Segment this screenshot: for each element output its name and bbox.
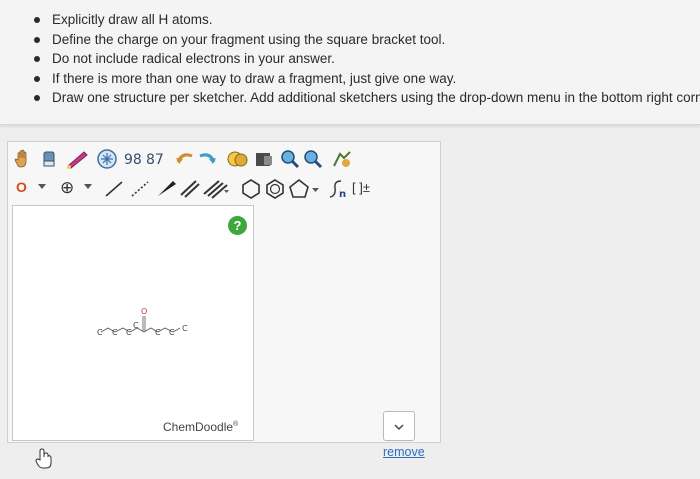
- drawing-canvas[interactable]: ? C C C C O C C C ChemDoodle®: [12, 205, 254, 441]
- zoom-in-icon[interactable]: [279, 148, 301, 170]
- bracket-icon[interactable]: [ ]±: [352, 180, 370, 195]
- atom-label: C: [112, 328, 118, 337]
- instructions-panel: Explicitly draw all H atoms. Define the …: [0, 0, 700, 125]
- chevron-down-icon: [394, 424, 404, 431]
- svg-text:n: n: [339, 189, 346, 200]
- atom-label: C: [97, 328, 103, 337]
- atom-label: C: [126, 328, 132, 337]
- charge-selector[interactable]: ⊕: [60, 178, 96, 200]
- instruction-item: Do not include radical electrons in your…: [30, 49, 700, 69]
- chevron-down-icon: [38, 184, 46, 189]
- eraser-icon[interactable]: [38, 148, 60, 170]
- atom-label: C: [155, 328, 161, 337]
- toolbar-row-2: O ⊕ n []±: [8, 174, 440, 204]
- wedge-bond-icon[interactable]: [154, 178, 178, 200]
- element-label: O: [16, 179, 27, 195]
- molecule-structure: C C C C O C C C: [97, 307, 188, 337]
- pentagon-icon[interactable]: [288, 178, 322, 200]
- double-bond-icon[interactable]: [178, 178, 202, 200]
- triple-bond-icon[interactable]: [202, 178, 230, 200]
- instruction-item: Draw one structure per sketcher. Add add…: [30, 88, 700, 108]
- benzene-icon[interactable]: [264, 178, 286, 200]
- zoom-out-icon[interactable]: [302, 148, 324, 170]
- cyclohexane-icon[interactable]: [240, 178, 262, 200]
- atom-label: C: [169, 328, 175, 337]
- atom-map-icon[interactable]: 98 87: [122, 147, 170, 171]
- copy-icon[interactable]: [226, 148, 250, 170]
- svg-text:87: 87: [146, 152, 164, 168]
- clean-icon[interactable]: [330, 148, 354, 170]
- template-ring-icon[interactable]: [96, 148, 118, 170]
- redo-icon[interactable]: [196, 148, 218, 170]
- clear-icon[interactable]: [253, 148, 275, 170]
- svg-text:98: 98: [124, 152, 142, 168]
- chevron-down-icon: [84, 184, 92, 189]
- charge-plus-icon: ⊕: [60, 178, 75, 197]
- atom-label: C: [182, 324, 188, 333]
- toolbar-row-1: 98 87: [8, 144, 440, 174]
- element-selector[interactable]: O: [14, 178, 50, 200]
- sketcher-count-dropdown[interactable]: [383, 411, 415, 441]
- undo-icon[interactable]: [174, 148, 196, 170]
- instruction-item: Define the charge on your fragment using…: [30, 30, 700, 50]
- sgroup-icon[interactable]: n: [326, 178, 350, 200]
- watermark-text: ChemDoodle: [163, 420, 234, 434]
- single-bond-icon[interactable]: [102, 178, 126, 200]
- chemdoodle-watermark: ChemDoodle®: [163, 420, 238, 434]
- lasso-icon[interactable]: [64, 148, 90, 170]
- instruction-item: Explicitly draw all H atoms.: [30, 10, 700, 30]
- atom-label: C: [133, 321, 139, 330]
- chem-sketcher: 98 87 O ⊕ n []± ? C C C C O C C C ChemD…: [7, 141, 441, 443]
- instructions-list: Explicitly draw all H atoms. Define the …: [0, 0, 700, 108]
- dashed-bond-icon[interactable]: [128, 178, 152, 200]
- hand-tool-icon[interactable]: [12, 148, 34, 170]
- hand-cursor-icon: [35, 448, 52, 469]
- atom-label: O: [141, 307, 147, 316]
- help-icon[interactable]: ?: [228, 216, 247, 235]
- remove-link[interactable]: remove: [383, 445, 425, 459]
- instruction-item: If there is more than one way to draw a …: [30, 69, 700, 89]
- registered-mark: ®: [233, 421, 239, 428]
